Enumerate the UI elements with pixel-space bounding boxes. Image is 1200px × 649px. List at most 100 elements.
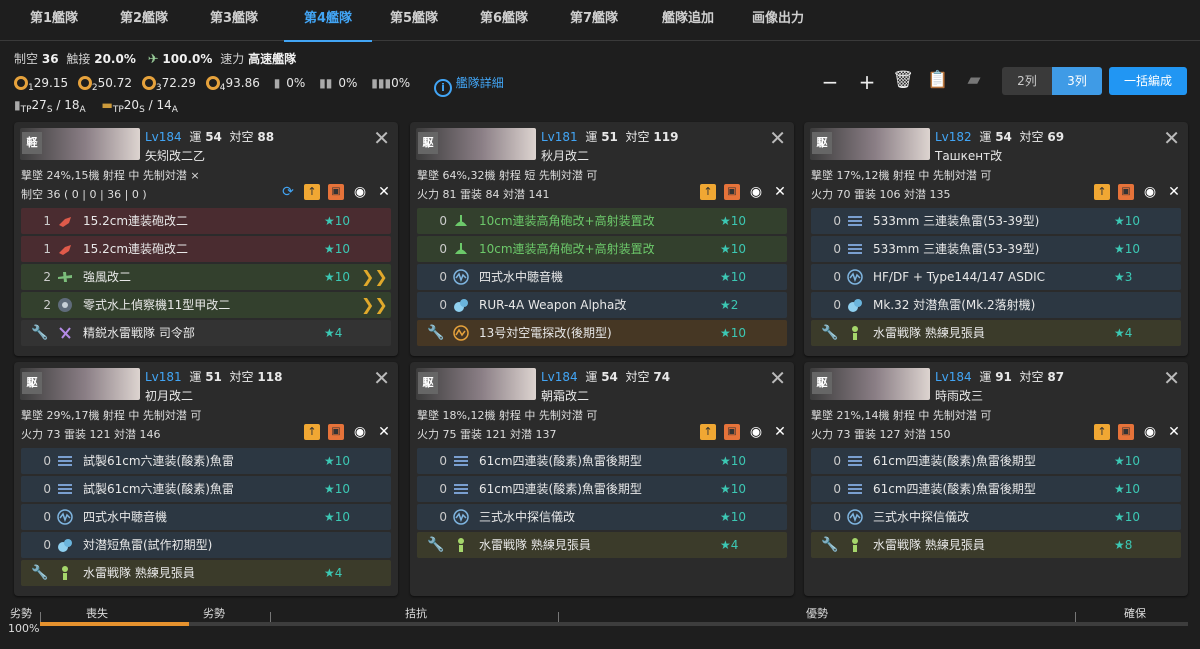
toolbox-icon[interactable]: ▣ bbox=[724, 184, 740, 200]
equipment-slot[interactable]: 🔧 水雷戦隊 熟練見張員 ★4 bbox=[21, 560, 391, 586]
slot-count: 0 bbox=[43, 454, 51, 468]
tab-image-export[interactable]: 画像出力 bbox=[738, 0, 818, 40]
cards-icon[interactable]: ▰ bbox=[962, 70, 986, 90]
equipment-slot[interactable]: 0 RUR-4A Weapon Alpha改 ★2 bbox=[417, 292, 787, 318]
slot-count: 0 bbox=[439, 482, 447, 496]
tab-fleet-2[interactable]: 第2艦隊 bbox=[104, 0, 184, 40]
tab-fleet-7[interactable]: 第7艦隊 bbox=[554, 0, 634, 40]
clear-equipment-icon[interactable]: ✕ bbox=[1166, 184, 1182, 200]
ship-name[interactable]: 初月改二 bbox=[145, 387, 193, 404]
equipment-slot[interactable]: 0 試製61cm六連装(酸素)魚雷 ★10 bbox=[21, 476, 391, 502]
equipment-slot[interactable]: 0 Mk.32 対潜魚雷(Mk.2落射機) bbox=[811, 292, 1181, 318]
clear-equipment-icon[interactable]: ✕ bbox=[1166, 424, 1182, 440]
clear-equipment-icon[interactable]: ✕ bbox=[376, 184, 392, 200]
sync-icon[interactable]: ⟳ bbox=[280, 184, 296, 200]
equipment-slot[interactable]: 1 15.2cm連装砲改二 ★10 bbox=[21, 208, 391, 234]
equipment-slot[interactable]: 0 10cm連装高角砲改+高射装置改 ★10 bbox=[417, 236, 787, 262]
remove-ship-icon[interactable]: ✕ bbox=[373, 366, 390, 390]
remove-ship-icon[interactable]: ✕ bbox=[1163, 366, 1180, 390]
toolbox-icon[interactable]: ▣ bbox=[328, 424, 344, 440]
improvement-level: ★10 bbox=[324, 482, 351, 496]
equipment-slot[interactable]: 🔧 水雷戦隊 熟練見張員 ★4 bbox=[811, 320, 1181, 346]
eye-icon[interactable]: ◉ bbox=[748, 424, 764, 440]
toolbox-icon[interactable]: ▣ bbox=[724, 424, 740, 440]
equipment-slot[interactable]: 🔧 13号対空電探改(後期型) ★10 bbox=[417, 320, 787, 346]
fleet-detail-link[interactable]: 艦隊詳細 bbox=[456, 76, 504, 90]
equipment-slot[interactable]: 0 三式水中探信儀改 ★10 bbox=[811, 504, 1181, 530]
luck-label: 運 bbox=[585, 130, 598, 144]
move-up-icon[interactable]: ↑ bbox=[700, 424, 716, 440]
equipment-slot[interactable]: 🔧 水雷戦隊 熟練見張員 ★4 bbox=[417, 532, 787, 558]
equipment-slot[interactable]: 0 61cm四連装(酸素)魚雷後期型 ★10 bbox=[417, 476, 787, 502]
eye-icon[interactable]: ◉ bbox=[1142, 424, 1158, 440]
plus-icon[interactable]: + bbox=[855, 70, 879, 94]
toolbox-icon[interactable]: ▣ bbox=[328, 184, 344, 200]
equipment-slot[interactable]: 0 533mm 三連装魚雷(53-39型) ★10 bbox=[811, 236, 1181, 262]
minus-icon[interactable]: − bbox=[818, 70, 842, 94]
move-up-icon[interactable]: ↑ bbox=[1094, 184, 1110, 200]
ship-banner-image[interactable]: 駆 bbox=[810, 368, 930, 400]
eye-icon[interactable]: ◉ bbox=[352, 184, 368, 200]
eye-icon[interactable]: ◉ bbox=[352, 424, 368, 440]
clear-equipment-icon[interactable]: ✕ bbox=[376, 424, 392, 440]
ship-banner-image[interactable]: 駆 bbox=[20, 368, 140, 400]
slot-count: 0 bbox=[43, 510, 51, 524]
ship-banner-image[interactable]: 駆 bbox=[416, 368, 536, 400]
tab-fleet-5[interactable]: 第5艦隊 bbox=[374, 0, 454, 40]
move-up-icon[interactable]: ↑ bbox=[700, 184, 716, 200]
toolbox-icon[interactable]: ▣ bbox=[1118, 184, 1134, 200]
bulk-compose-button[interactable]: 一括編成 bbox=[1109, 67, 1187, 95]
main-gun-icon bbox=[57, 213, 73, 229]
move-up-icon[interactable]: ↑ bbox=[304, 184, 320, 200]
tab-fleet-1[interactable]: 第1艦隊 bbox=[14, 0, 94, 40]
eye-icon[interactable]: ◉ bbox=[1142, 184, 1158, 200]
ship-banner-image[interactable]: 駆 bbox=[810, 128, 930, 160]
equipment-name: 61cm四連装(酸素)魚雷後期型 bbox=[479, 482, 642, 496]
move-up-icon[interactable]: ↑ bbox=[304, 424, 320, 440]
ship-card: 駆 Lv181 運 51 対空 118 初月改二 ✕ 撃墜 29%,17機 射程 中 先… bbox=[14, 362, 398, 596]
remove-ship-icon[interactable]: ✕ bbox=[373, 126, 390, 150]
equipment-slot[interactable]: 0 対潜短魚雷(試作初期型) bbox=[21, 532, 391, 558]
trash-icon[interactable]: 🗑 bbox=[891, 70, 915, 90]
clear-equipment-icon[interactable]: ✕ bbox=[772, 184, 788, 200]
improvement-level: ★10 bbox=[720, 482, 747, 496]
tab-fleet-4[interactable]: 第4艦隊 bbox=[284, 0, 372, 42]
ship-name[interactable]: Ташкент改 bbox=[935, 147, 1002, 164]
toolbox-icon[interactable]: ▣ bbox=[1118, 424, 1134, 440]
equipment-slot[interactable]: 2 零式水上偵察機11型甲改二 ❯❯ bbox=[21, 292, 391, 318]
ship-name[interactable]: 朝霜改二 bbox=[541, 387, 589, 404]
ship-name[interactable]: 矢矧改二乙 bbox=[145, 147, 205, 164]
remove-ship-icon[interactable]: ✕ bbox=[1163, 126, 1180, 150]
info-icon[interactable]: i bbox=[433, 79, 452, 97]
equipment-slot[interactable]: 🔧 水雷戦隊 熟練見張員 ★8 bbox=[811, 532, 1181, 558]
clear-equipment-icon[interactable]: ✕ bbox=[772, 424, 788, 440]
tab-fleet-3[interactable]: 第3艦隊 bbox=[194, 0, 274, 40]
eye-icon[interactable]: ◉ bbox=[748, 184, 764, 200]
remove-ship-icon[interactable]: ✕ bbox=[769, 126, 786, 150]
tab-fleet-6[interactable]: 第6艦隊 bbox=[464, 0, 544, 40]
ship-actions: ↑ ▣ ◉ ✕ bbox=[1086, 184, 1182, 200]
equipment-slot[interactable]: 0 533mm 三連装魚雷(53-39型) ★10 bbox=[811, 208, 1181, 234]
two-column-button[interactable]: 2列 bbox=[1002, 67, 1052, 95]
equipment-slot[interactable]: 0 61cm四連装(酸素)魚雷後期型 ★10 bbox=[811, 448, 1181, 474]
ship-banner-image[interactable]: 軽 bbox=[20, 128, 140, 160]
ship-name[interactable]: 秋月改二 bbox=[541, 147, 589, 164]
equipment-slot[interactable]: 0 61cm四連装(酸素)魚雷後期型 ★10 bbox=[811, 476, 1181, 502]
equipment-slot[interactable]: 0 61cm四連装(酸素)魚雷後期型 ★10 bbox=[417, 448, 787, 474]
equipment-slot[interactable]: 🔧 精鋭水雷戦隊 司令部 ★4 bbox=[21, 320, 391, 346]
ship-name[interactable]: 時雨改三 bbox=[935, 387, 983, 404]
equipment-slot[interactable]: 0 三式水中探信儀改 ★10 bbox=[417, 504, 787, 530]
equipment-slot[interactable]: 0 10cm連装高角砲改+高射装置改 ★10 bbox=[417, 208, 787, 234]
equipment-slot[interactable]: 0 HF/DF + Type144/147 ASDIC ★3 bbox=[811, 264, 1181, 290]
move-up-icon[interactable]: ↑ bbox=[1094, 424, 1110, 440]
three-column-button[interactable]: 3列 bbox=[1052, 67, 1102, 95]
equipment-slot[interactable]: 2 強風改二 ★10 ❯❯ bbox=[21, 264, 391, 290]
equipment-slot[interactable]: 0 試製61cm六連装(酸素)魚雷 ★10 bbox=[21, 448, 391, 474]
tab-add-fleet[interactable]: 艦隊追加 bbox=[648, 0, 728, 40]
clipboard-icon[interactable]: 📋 bbox=[926, 70, 950, 90]
ship-banner-image[interactable]: 駆 bbox=[416, 128, 536, 160]
equipment-slot[interactable]: 0 四式水中聴音機 ★10 bbox=[417, 264, 787, 290]
equipment-slot[interactable]: 1 15.2cm連装砲改二 ★10 bbox=[21, 236, 391, 262]
remove-ship-icon[interactable]: ✕ bbox=[769, 366, 786, 390]
equipment-slot[interactable]: 0 四式水中聴音機 ★10 bbox=[21, 504, 391, 530]
